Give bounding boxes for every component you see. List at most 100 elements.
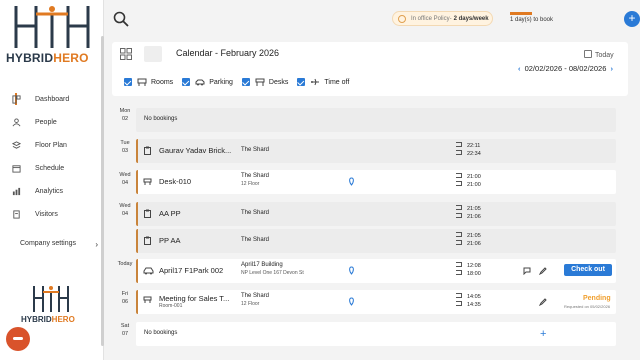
- comment-icon[interactable]: [523, 267, 531, 275]
- desk-icon: [143, 178, 152, 185]
- grid-view-icon[interactable]: [120, 48, 132, 60]
- no-bookings-text: No bookings: [144, 116, 178, 122]
- calendar-header: Calendar - February 2026 Today ‹ 02/02/2…: [112, 42, 628, 96]
- chevron-right-icon: ›: [95, 240, 98, 249]
- login-icon: [456, 173, 462, 178]
- days-to-book-label: 1 day(s) to book: [510, 17, 554, 23]
- floor-name: 12 Floor: [241, 181, 260, 187]
- sidebar-item-visitors[interactable]: Visitors: [0, 203, 100, 226]
- list-item-no-bookings-mon: No bookings: [136, 108, 616, 132]
- logo-wordmark: HYBRIDHERO: [6, 51, 89, 65]
- login-icon: [456, 205, 462, 210]
- building-name: The Shard: [241, 147, 270, 153]
- new-booking-button[interactable]: +: [624, 11, 640, 27]
- building-name: April17 Building: [241, 262, 283, 268]
- chevron-left-icon[interactable]: ‹: [518, 64, 521, 73]
- check-in-time: 21:05: [456, 232, 481, 240]
- check-out-time: 21:06: [456, 213, 481, 221]
- day-label-wed: Wed 04: [119, 172, 131, 186]
- policy-value: 2 days/week: [453, 15, 489, 22]
- sidebar-item-label: Visitors: [35, 211, 58, 218]
- company-settings[interactable]: Company settings ›: [20, 240, 100, 249]
- booking-row-fri-meeting[interactable]: Meeting for Sales T... Room-001 The Shar…: [136, 290, 616, 314]
- clipboard-icon: [144, 236, 151, 245]
- sidebar-item-floor-plan[interactable]: Floor Plan: [0, 134, 100, 157]
- sidebar-item-dashboard[interactable]: Dashboard: [0, 88, 100, 111]
- sidebar-item-label: Dashboard: [35, 96, 70, 103]
- login-icon: [456, 142, 462, 147]
- logo-wordmark-small: HYBRIDHERO: [21, 315, 75, 324]
- booking-row-today-parking[interactable]: April17 F1Park 002 April17 Building NP L…: [136, 259, 616, 283]
- edit-icon[interactable]: [539, 298, 547, 306]
- rooms-icon: [143, 296, 152, 303]
- policy-icon: [398, 15, 406, 23]
- desk-icon: [255, 78, 265, 86]
- analytics-icon: [12, 187, 21, 196]
- floor-plan-icon: [12, 141, 21, 149]
- location-pin-icon[interactable]: [348, 266, 355, 275]
- day-label-fri: Fri 06: [121, 291, 129, 305]
- booking-name: Gaurav Yadav Brick...: [159, 146, 232, 155]
- chat-button[interactable]: [6, 327, 30, 351]
- clipboard-icon: [144, 146, 151, 155]
- rooms-checkbox[interactable]: [124, 78, 132, 86]
- check-out-button[interactable]: Check out: [564, 264, 612, 276]
- floor-name: 12 Floor: [241, 301, 260, 307]
- booking-times: 21:05 21:06: [456, 232, 481, 248]
- building-name: The Shard: [241, 173, 270, 179]
- car-icon: [195, 79, 205, 86]
- status-badge: Pending: [583, 295, 611, 302]
- add-booking-icon[interactable]: +: [540, 328, 546, 340]
- chevron-right-icon[interactable]: ›: [610, 64, 613, 73]
- sidebar-item-label: Floor Plan: [35, 142, 67, 149]
- booking-row-wed-desk[interactable]: Desk-010 The Shard 12 Floor 21:00 21:00: [136, 170, 616, 194]
- logout-icon: [456, 270, 462, 275]
- sidebar-item-schedule[interactable]: Schedule: [0, 157, 100, 180]
- location-pin-icon[interactable]: [348, 177, 355, 186]
- requested-on-text: Requested on 05/02/2026: [564, 304, 611, 309]
- booking-times: 12:08 18:00: [456, 262, 481, 278]
- desks-checkbox[interactable]: [241, 78, 250, 86]
- filter-parking[interactable]: Parking: [182, 78, 233, 86]
- dashboard-icon: [12, 95, 21, 104]
- login-icon: [456, 232, 462, 237]
- today-button[interactable]: Today: [584, 50, 614, 59]
- sidebar: HYBRIDHERO Dashboard People Floor Plan S…: [0, 0, 104, 360]
- parking-checkbox[interactable]: [182, 78, 191, 86]
- booking-row-wed-aa-pp[interactable]: AA PP The Shard 21:05 21:06: [136, 202, 616, 226]
- sidebar-item-people[interactable]: People: [0, 111, 100, 134]
- people-icon: [12, 118, 21, 127]
- location-pin-icon[interactable]: [348, 297, 355, 306]
- time-off-checkbox[interactable]: [297, 78, 306, 86]
- filter-rooms[interactable]: Rooms: [124, 78, 173, 86]
- check-out-time: 14:35: [456, 301, 481, 309]
- booking-type-filters: Rooms Parking Desks Time off: [124, 78, 358, 86]
- booking-row-wed-pp-aa[interactable]: PP AA The Shard 21:05 21:06: [136, 229, 616, 253]
- filter-label: Desks: [268, 78, 289, 86]
- rooms-icon: [137, 78, 147, 86]
- check-out-time: 22:34: [456, 150, 481, 158]
- sidebar-scrollbar[interactable]: [101, 36, 104, 346]
- days-to-book-progress: [510, 12, 532, 15]
- filter-desks[interactable]: Desks: [241, 78, 289, 86]
- sidebar-item-label: Schedule: [35, 165, 65, 172]
- search-icon[interactable]: [112, 10, 130, 28]
- booking-times: 14:05 14:35: [456, 293, 481, 309]
- building-name: The Shard: [241, 237, 270, 243]
- plane-icon: [311, 78, 320, 86]
- building-name: The Shard: [241, 210, 270, 216]
- floor-name: NP Level One 167 Devon St: [241, 270, 304, 276]
- booking-name: AA PP: [159, 209, 181, 218]
- building-icon[interactable]: [144, 46, 162, 62]
- booking-row-tue[interactable]: Gaurav Yadav Brick... The Shard 22:11 22…: [136, 139, 616, 163]
- calendar-icon: [584, 50, 592, 58]
- calendar-title: Calendar - February 2026: [176, 48, 280, 58]
- range-start: 02/02/2026: [524, 64, 563, 73]
- range-separator: -: [564, 64, 567, 73]
- filter-time-off[interactable]: Time off: [297, 78, 349, 86]
- list-item-no-bookings-sat: No bookings +: [136, 322, 616, 346]
- edit-icon[interactable]: [539, 267, 547, 275]
- sidebar-nav: Dashboard People Floor Plan Schedule Ana…: [0, 88, 100, 226]
- booking-name: April17 F1Park 002: [159, 266, 224, 275]
- sidebar-item-analytics[interactable]: Analytics: [0, 180, 100, 203]
